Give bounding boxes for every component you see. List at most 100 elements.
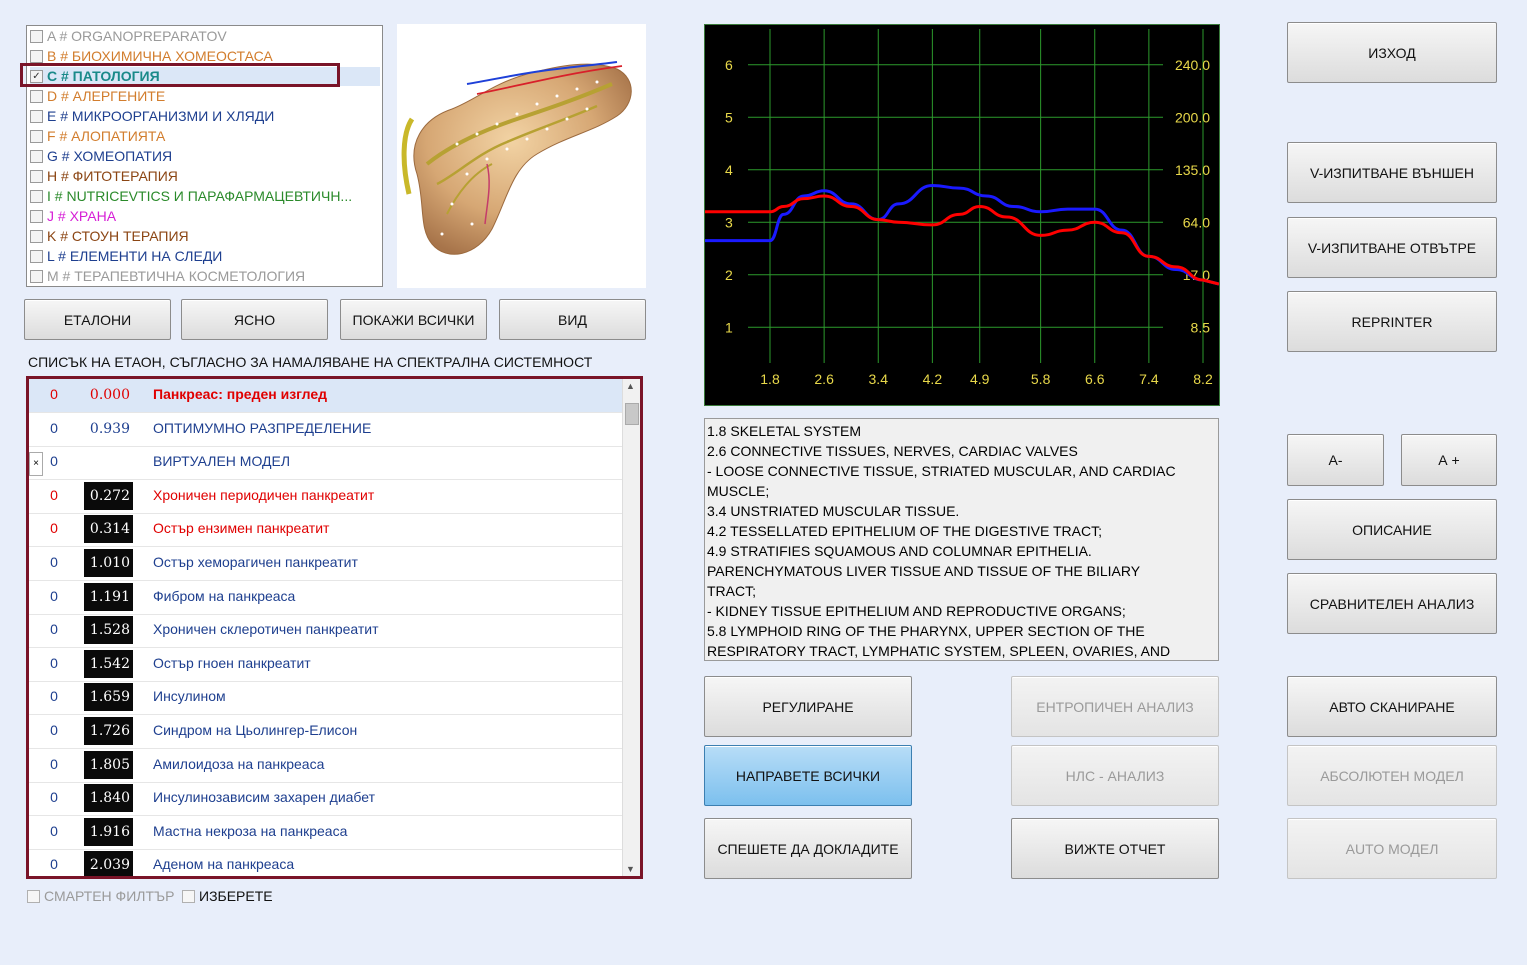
comparative-analysis-button[interactable]: СРАВНИТЕЛЕН АНАЛИЗ [1287, 573, 1497, 634]
checkbox-icon[interactable] [30, 209, 43, 223]
v-test-outer-button[interactable]: V-ИЗПИТВАНЕ ВЪНШЕН [1287, 142, 1497, 203]
etalon-name: Инсулином [153, 688, 226, 705]
scroll-up-icon[interactable]: ▲ [626, 381, 635, 391]
etalon-row[interactable]: 0 0.314 Остър ензимен панкреатит [29, 513, 623, 548]
description-button[interactable]: ОПИСАНИЕ [1287, 499, 1497, 560]
v-test-inner-button[interactable]: V-ИЗПИТВАНЕ ОТВЪТРЕ [1287, 217, 1497, 278]
checkbox-icon[interactable] [30, 29, 43, 43]
x-tick-label: 4.2 [923, 371, 943, 387]
etalon-index: 0 [50, 722, 58, 738]
etalon-index: 0 [50, 486, 58, 503]
x-tick-label: 7.4 [1139, 371, 1159, 387]
category-item[interactable]: G # ХОМЕОПАТИЯ [30, 147, 380, 166]
select-checkbox[interactable]: ИЗБЕРЕТЕ [182, 888, 273, 904]
checkbox-icon[interactable] [30, 189, 43, 203]
category-item[interactable]: L # ЕЛЕМЕНТИ НА СЛЕДИ [30, 247, 380, 266]
etaloni-button[interactable]: ЕТАЛОНИ [24, 299, 171, 340]
description-line: TRACT; [707, 583, 756, 599]
category-label: K # СТОУН ТЕРАПИЯ [47, 228, 189, 244]
view-button[interactable]: ВИД [499, 299, 646, 340]
category-item[interactable]: K # СТОУН ТЕРАПИЯ [30, 227, 380, 246]
x-tick-label: 5.8 [1031, 371, 1051, 387]
exit-button[interactable]: ИЗХОД [1287, 22, 1497, 83]
auto-model-button[interactable]: AUTO МОДЕЛ [1287, 818, 1497, 879]
etalon-row[interactable]: 0 1.010 Остър хеморагичен панкреатит [29, 547, 623, 581]
category-item[interactable]: A # ORGANOPREPARATOV [30, 27, 380, 46]
description-line: 4.9 STRATIFIES SQUAMOUS AND COLUMNAR EPI… [707, 543, 1092, 559]
view-report-button[interactable]: ВИЖТЕ ОТЧЕТ [1011, 818, 1219, 879]
scroll-thumb[interactable] [625, 403, 639, 425]
category-item[interactable]: E # МИКРООРГАНИЗМИ И ХЛЯДИ [30, 107, 380, 126]
checkbox-icon[interactable] [30, 109, 43, 123]
y-right-tick-label: 200.0 [1175, 109, 1210, 125]
etalon-index: 0 [50, 453, 58, 470]
select-label: ИЗБЕРЕТЕ [199, 888, 273, 904]
checkbox-icon[interactable] [30, 89, 43, 103]
category-item[interactable]: H # ФИТОТЕРАПИЯ [30, 167, 380, 186]
checkbox-icon[interactable] [30, 229, 43, 243]
category-label: A # ORGANOPREPARATOV [47, 28, 227, 44]
etalon-value: 1.805 [84, 750, 133, 779]
checkbox-icon[interactable] [30, 269, 43, 283]
smart-filter-checkbox[interactable]: СМАРТЕН ФИЛТЪР [27, 888, 174, 904]
y-right-tick-label: 135.0 [1175, 162, 1210, 178]
y-left-tick-label: 4 [725, 162, 733, 178]
hurry-report-button[interactable]: СПЕШЕТЕ ДА ДОКЛАДИТЕ [704, 818, 912, 879]
etalon-row[interactable]: 0 1.542 Остър гноен панкреатит [29, 648, 623, 682]
series-line [705, 184, 1220, 286]
etalon-row[interactable]: 0 1.916 Мастна некроза на панкреаса [29, 816, 623, 850]
smart-filter-label: СМАРТЕН ФИЛТЪР [44, 888, 175, 904]
y-right-tick-label: 8.5 [1191, 319, 1211, 335]
description-line: 4.2 TESSELLATED EPITHELIUM OF THE DIGEST… [707, 523, 1102, 539]
reprinter-button[interactable]: REPRINTER [1287, 291, 1497, 352]
checkbox-icon[interactable] [30, 129, 43, 143]
etalon-row[interactable]: 0 0.272 Хроничен периодичен панкреатит [29, 480, 623, 514]
scroll-down-icon[interactable]: ▼ [626, 864, 635, 874]
description-panel: 1.8 SKELETAL SYSTEM 2.6 CONNECTIVE TISSUE… [704, 418, 1219, 661]
font-increase-button[interactable]: А + [1401, 434, 1497, 486]
etalon-value: 1.528 [84, 616, 133, 645]
category-item[interactable]: M # ТЕРАПЕВТИЧНА КОСМЕТОЛОГИЯ [30, 267, 380, 286]
do-all-button[interactable]: НАПРАВЕТЕ ВСИЧКИ [704, 745, 912, 806]
category-item[interactable]: D # АЛЕРГЕНИТЕ [30, 87, 380, 106]
etalon-row[interactable]: 0 1.659 Инсулином [29, 681, 623, 716]
etalon-list[interactable]: 0 0.000 Панкреас: преден изглед 0 0.939 ОПТИМ… [26, 376, 643, 879]
show-all-button[interactable]: ПОКАЖИ ВСИЧКИ [340, 299, 487, 340]
selected-category-highlight [20, 63, 340, 87]
etalon-row[interactable]: 0 2.039 Аденом на панкреаса [29, 849, 623, 876]
nls-analysis-button[interactable]: НЛС - АНАЛИЗ [1011, 745, 1219, 806]
checkbox-icon [182, 889, 195, 903]
etalon-list-scrollbar[interactable]: ▲ ▼ [622, 379, 640, 876]
checkbox-icon [27, 889, 40, 903]
etalon-value: 1.840 [84, 784, 133, 813]
auto-scan-button[interactable]: АВТО СКАНИРАНЕ [1287, 676, 1497, 737]
category-item[interactable]: J # ХРАНА [30, 207, 380, 226]
clear-button[interactable]: ЯСНО [181, 299, 328, 340]
etalon-row[interactable]: 0 1.805 Амилоидоза на панкреаса [29, 749, 623, 783]
absolute-model-button[interactable]: АБСОЛЮТЕН МОДЕЛ [1287, 745, 1497, 806]
close-icon[interactable]: × [29, 452, 43, 476]
etalon-row[interactable]: 0 0.000 Панкреас: преден изглед [29, 379, 623, 413]
category-label: I # NUTRICEVTICS И ПАРАФАРМАЦЕВТИЧН... [47, 188, 353, 204]
y-right-tick-label: 64.0 [1183, 214, 1210, 230]
checkbox-icon[interactable] [30, 49, 43, 63]
checkbox-icon[interactable] [30, 249, 43, 263]
entropy-analysis-button[interactable]: ЕНТРОПИЧЕН АНАЛИЗ [1011, 676, 1219, 737]
etalon-row[interactable]: 0 0.939 ОПТИМУМНО РАЗПРЕДЕЛЕНИЕ [29, 413, 623, 447]
etalon-value: 1.916 [84, 817, 133, 846]
regulation-button[interactable]: РЕГУЛИРАНЕ [704, 676, 912, 737]
etalon-row[interactable]: 0 ВИРТУАЛЕН МОДЕЛ [29, 446, 623, 481]
etalon-name: Аденом на панкреаса [153, 856, 295, 873]
etalon-name: Остър ензимен панкреатит [153, 520, 330, 537]
category-item[interactable]: I # NUTRICEVTICS И ПАРАФАРМАЦЕВТИЧН... [30, 187, 380, 206]
etalon-row[interactable]: 0 1.726 Синдром на Цьолингер-Елисон [29, 715, 623, 749]
etalon-row[interactable]: 0 1.191 Фибром на панкреаса [29, 581, 623, 615]
checkbox-icon[interactable] [30, 149, 43, 163]
etalon-name: Синдром на Цьолингер-Елисон [153, 722, 358, 738]
etalon-row[interactable]: 0 1.528 Хроничен склеротичен панкреатит [29, 614, 623, 649]
category-item[interactable]: F # АЛОПАТИЯТА [30, 127, 380, 146]
etalon-row[interactable]: 0 1.840 Инсулинозависим захарен диабет [29, 782, 623, 817]
y-left-tick-label: 3 [725, 214, 733, 230]
font-decrease-button[interactable]: А- [1287, 434, 1384, 486]
checkbox-icon[interactable] [30, 169, 43, 183]
